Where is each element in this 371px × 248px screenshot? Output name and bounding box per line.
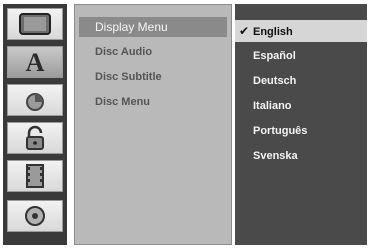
category-others[interactable] (7, 160, 63, 192)
tv-display-icon (19, 13, 51, 35)
menu-item-display-menu[interactable]: Display Menu (79, 17, 227, 37)
disc-icon (25, 206, 45, 226)
film-icon (26, 164, 44, 188)
menu-item-disc-subtitle[interactable]: Disc Subtitle (79, 67, 227, 87)
svg-text:A: A (26, 49, 45, 75)
language-icon: A (26, 49, 45, 75)
category-lock[interactable] (7, 122, 63, 154)
checkmark-icon: ✔ (239, 24, 250, 38)
language-options: ✔ English Español Deutsch Italiano Portug… (235, 4, 367, 245)
lock-icon (26, 125, 44, 150)
menu-item-disc-audio[interactable]: Disc Audio (79, 42, 227, 62)
category-display[interactable] (7, 8, 63, 40)
category-language[interactable]: A (7, 46, 63, 78)
option-english[interactable]: ✔ English (235, 20, 367, 42)
option-label: English (253, 26, 293, 38)
language-menu: Display Menu Disc Audio Disc Subtitle Di… (74, 4, 232, 245)
option-deutsch[interactable]: Deutsch (235, 70, 367, 92)
menu-item-disc-menu[interactable]: Disc Menu (79, 92, 227, 112)
audio-icon (26, 93, 44, 111)
category-disc[interactable] (7, 200, 63, 232)
dvd-setup-screen: A Display Menu Disc Audio Disc Subtitle … (0, 0, 371, 248)
option-espanol[interactable]: Español (235, 45, 367, 67)
category-sidebar: A (3, 4, 67, 245)
option-svenska[interactable]: Svenska (235, 145, 367, 167)
option-italiano[interactable]: Italiano (235, 95, 367, 117)
category-audio[interactable] (7, 84, 63, 116)
option-portugues[interactable]: Português (235, 120, 367, 142)
